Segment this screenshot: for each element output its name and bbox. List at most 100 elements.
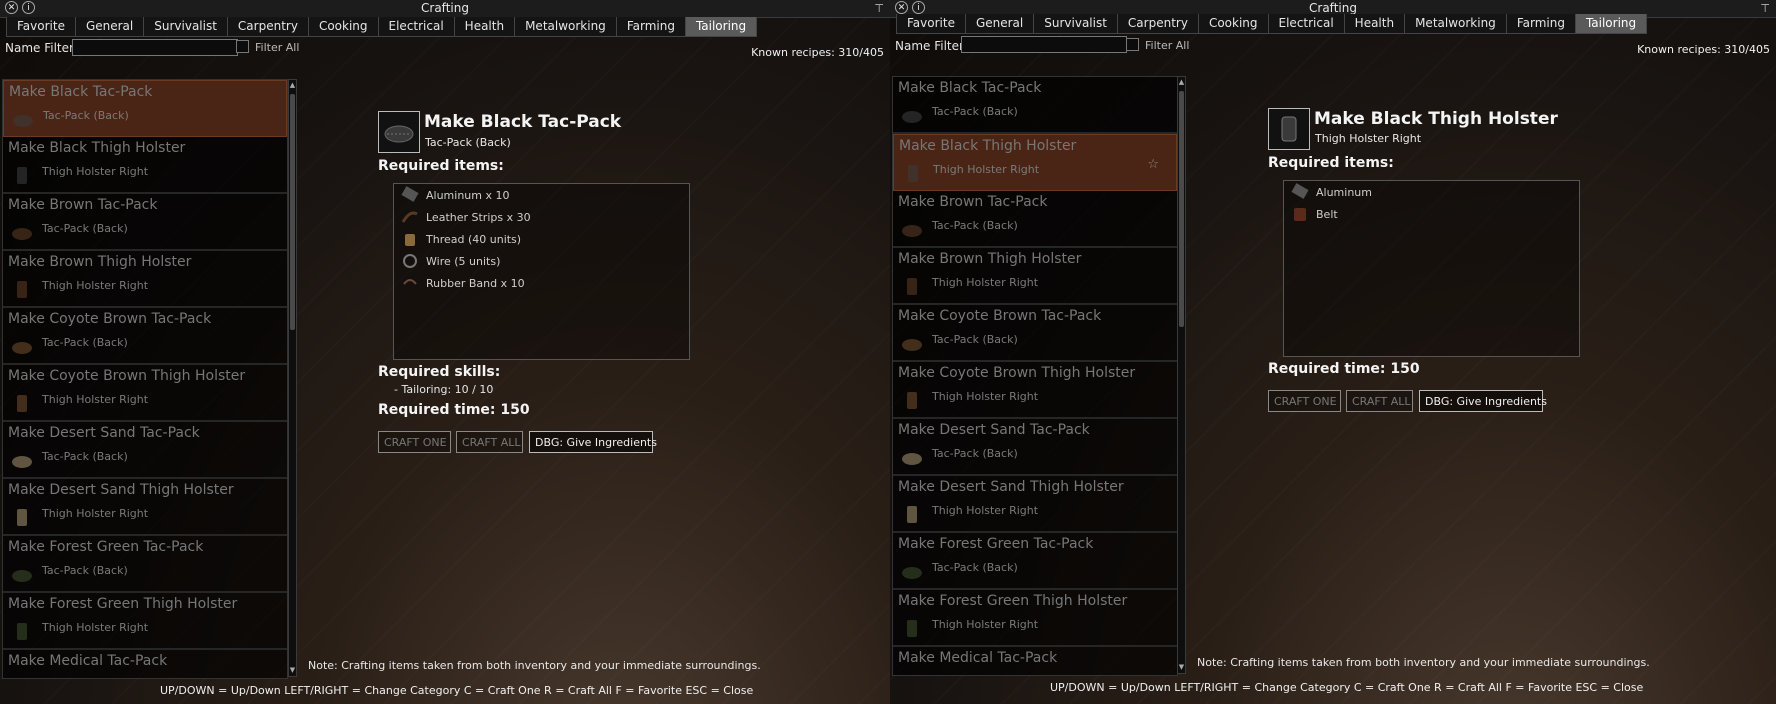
recipe-item-title: Make Coyote Brown Thigh Holster [898, 365, 1136, 381]
name-filter-label: Name Filter: [5, 41, 78, 55]
recipe-list-item[interactable]: Make Black Thigh Holster Thigh Holster Ri… [893, 134, 1177, 191]
favorite-star-icon[interactable]: ☆ [1147, 157, 1159, 172]
thread-icon [405, 234, 415, 246]
recipe-list-item[interactable]: Make Black Tac-Pack Tac-Pack (Back) [893, 77, 1177, 134]
recipe-list-item[interactable]: Make Medical Tac-Pack [3, 650, 287, 679]
tac-pack-icon [13, 115, 33, 127]
recipe-list-item[interactable]: Make Coyote Brown Thigh Holster Thigh Hol… [893, 362, 1177, 419]
craft-all-button[interactable]: CRAFT ALL [456, 431, 523, 453]
recipe-subtitle: Thigh Holster Right [1315, 132, 1422, 145]
tab-cooking[interactable]: Cooking [1197, 14, 1269, 34]
tab-metalworking[interactable]: Metalworking [1404, 14, 1507, 34]
keyboard-help: UP/DOWN = Up/Down LEFT/RIGHT = Change Ca… [1050, 681, 1644, 694]
tab-electrical[interactable]: Electrical [1267, 14, 1345, 34]
scroll-up-arrow-icon[interactable]: ▲ [289, 81, 296, 90]
tab-general[interactable]: General [74, 17, 145, 37]
recipe-list-item[interactable]: Make Brown Thigh Holster Thigh Holster Ri… [3, 251, 287, 308]
tab-cooking[interactable]: Cooking [307, 17, 379, 37]
recipe-list-item[interactable]: Make Desert Sand Thigh Holster Thigh Hols… [893, 476, 1177, 533]
recipe-list-item[interactable]: Make Coyote Brown Tac-Pack Tac-Pack (Back… [3, 308, 287, 365]
scroll-thumb[interactable] [1179, 91, 1184, 327]
recipe-list-item[interactable]: Make Desert Sand Tac-Pack Tac-Pack (Back) [3, 422, 287, 479]
info-icon[interactable]: i [912, 1, 925, 14]
tab-survivalist[interactable]: Survivalist [1033, 14, 1118, 34]
pin-icon[interactable]: ⊤ [1760, 0, 1770, 17]
recipe-item-subtitle: Tac-Pack (Back) [42, 450, 128, 463]
tab-tailoring[interactable]: Tailoring [1574, 14, 1648, 34]
recipe-list: Make Black Tac-Pack Tac-Pack (Back) Make B… [2, 79, 288, 679]
tac-pack-icon [12, 228, 32, 240]
recipe-list-item[interactable]: Make Forest Green Thigh Holster Thigh Hol… [893, 590, 1177, 647]
required-skill: - Tailoring: 10 / 10 [394, 383, 494, 396]
recipe-item-title: Make Black Thigh Holster [8, 140, 186, 156]
tab-general[interactable]: General [964, 14, 1035, 34]
tab-favorite[interactable]: Favorite [6, 17, 76, 37]
tab-tailoring[interactable]: Tailoring [684, 17, 758, 37]
tab-carpentry[interactable]: Carpentry [1116, 14, 1199, 34]
scroll-down-arrow-icon[interactable]: ▼ [1178, 663, 1185, 672]
leather-strips-icon [401, 211, 418, 223]
recipe-list-item[interactable]: Make Forest Green Thigh Holster Thigh Hol… [3, 593, 287, 650]
recipe-list-item[interactable]: Make Forest Green Tac-Pack Tac-Pack (Back… [893, 533, 1177, 590]
recipe-list-scrollbar[interactable]: ▲ ▼ [288, 79, 297, 677]
tab-health[interactable]: Health [1343, 14, 1406, 34]
recipe-item-title: Make Coyote Brown Tac-Pack [898, 308, 1102, 324]
recipe-item-title: Make Desert Sand Thigh Holster [8, 482, 234, 498]
tab-farming[interactable]: Farming [1505, 14, 1576, 34]
thigh-holster-icon [907, 278, 917, 295]
recipe-list-item[interactable]: Make Desert Sand Tac-Pack Tac-Pack (Back) [893, 419, 1177, 476]
scroll-thumb[interactable] [290, 94, 295, 330]
recipe-list-item[interactable]: Make Forest Green Tac-Pack Tac-Pack (Back… [3, 536, 287, 593]
recipe-item-subtitle: Thigh Holster Right [42, 507, 149, 520]
tab-health[interactable]: Health [453, 17, 516, 37]
recipe-list-item[interactable]: Make Brown Tac-Pack Tac-Pack (Back) [3, 194, 287, 251]
craft-all-button[interactable]: CRAFT ALL [1346, 390, 1413, 412]
recipe-list-scrollbar[interactable]: ▲ ▼ [1177, 76, 1186, 674]
recipe-list-item[interactable]: Make Desert Sand Thigh Holster Thigh Hols… [3, 479, 287, 536]
filter-all-checkbox[interactable] [1126, 38, 1139, 51]
recipe-item-subtitle: Tac-Pack (Back) [43, 109, 129, 122]
filter-all-checkbox[interactable] [236, 40, 249, 53]
tab-farming[interactable]: Farming [615, 17, 686, 37]
recipe-list-item[interactable]: Make Coyote Brown Tac-Pack Tac-Pack (Back… [893, 305, 1177, 362]
tab-electrical[interactable]: Electrical [377, 17, 455, 37]
close-icon[interactable]: ✕ [895, 1, 908, 14]
recipe-list-item[interactable]: Make Brown Tac-Pack Tac-Pack (Back) [893, 191, 1177, 248]
recipe-item-subtitle: Thigh Holster Right [42, 279, 149, 292]
pin-icon[interactable]: ⊤ [874, 0, 884, 17]
scroll-down-arrow-icon[interactable]: ▼ [289, 666, 296, 675]
tac-pack-icon [902, 339, 922, 351]
recipe-item-title: Make Medical Tac-Pack [8, 653, 168, 669]
recipe-list-item[interactable]: Make Coyote Brown Thigh Holster Thigh Hol… [3, 365, 287, 422]
recipe-list-item[interactable]: Make Brown Thigh Holster Thigh Holster Ri… [893, 248, 1177, 305]
recipe-list-item[interactable]: Make Black Thigh Holster Thigh Holster Ri… [3, 137, 287, 194]
tac-pack-icon [12, 342, 32, 354]
tab-favorite[interactable]: Favorite [896, 14, 966, 34]
close-icon[interactable]: ✕ [5, 1, 18, 14]
tab-metalworking[interactable]: Metalworking [514, 17, 617, 37]
name-filter-input[interactable] [961, 36, 1127, 53]
recipe-item-title: Make Black Tac-Pack [9, 84, 153, 100]
scroll-up-arrow-icon[interactable]: ▲ [1178, 78, 1185, 87]
info-icon[interactable]: i [22, 1, 35, 14]
known-recipes: Known recipes: 310/405 [1637, 43, 1770, 56]
recipe-item-subtitle: Tac-Pack (Back) [932, 561, 1018, 574]
craft-one-button[interactable]: CRAFT ONE [378, 431, 451, 453]
tac-pack-icon [902, 567, 922, 579]
crafting-window-left: Crafting ✕ i ⊤ Favorite General Survival… [0, 0, 890, 704]
category-tabs: Favorite General Survivalist Carpentry C… [6, 17, 758, 37]
recipe-item-subtitle: Thigh Holster Right [932, 276, 1039, 289]
tab-survivalist[interactable]: Survivalist [143, 17, 228, 37]
recipe-item-subtitle: Thigh Holster Right [933, 163, 1040, 176]
name-filter-label: Name Filter: [895, 39, 968, 53]
recipe-list-item[interactable]: Make Black Tac-Pack Tac-Pack (Back) [3, 80, 287, 137]
name-filter-input[interactable] [72, 39, 238, 56]
tac-pack-icon [902, 111, 922, 123]
dbg-give-ingredients-button[interactable]: DBG: Give Ingredients [1419, 390, 1547, 412]
crafting-window-right: Crafting ✕ i ⊤ Favorite General Survival… [890, 0, 1776, 704]
tac-pack-icon [11, 678, 33, 679]
dbg-give-ingredients-button[interactable]: DBG: Give Ingredients [529, 431, 657, 453]
craft-one-button[interactable]: CRAFT ONE [1268, 390, 1341, 412]
recipe-list-item[interactable]: Make Medical Tac-Pack [893, 647, 1177, 675]
tab-carpentry[interactable]: Carpentry [226, 17, 309, 37]
